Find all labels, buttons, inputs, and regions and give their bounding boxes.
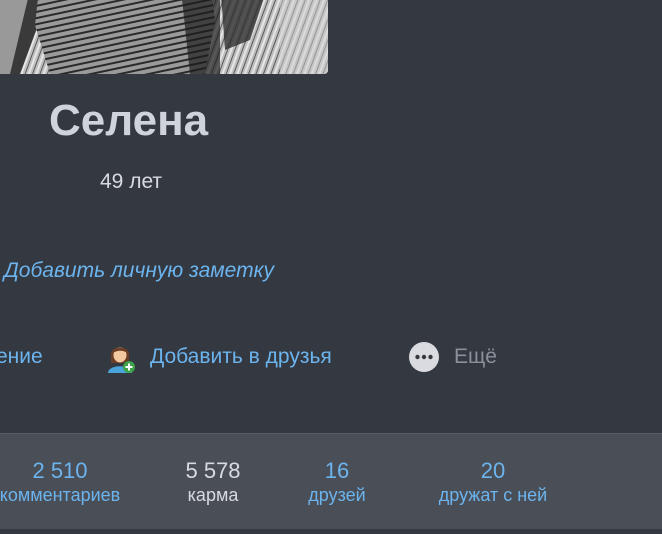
profile-name: Селена <box>49 96 209 145</box>
add-friend-button[interactable]: Добавить в друзья <box>106 341 332 373</box>
more-button[interactable]: Ещё <box>408 341 497 373</box>
profile-age: 49 лет <box>100 170 163 193</box>
stat-followers[interactable]: 20 дружат с ней <box>413 458 573 506</box>
send-message-button[interactable]: ение <box>0 341 43 373</box>
send-message-label: ение <box>0 345 43 368</box>
stat-comments[interactable]: 2 510 комментариев <box>0 458 150 506</box>
stat-friends[interactable]: 16 друзей <box>287 458 387 506</box>
stat-karma-value: 5 578 <box>185 458 241 483</box>
bottom-divider <box>0 529 662 534</box>
more-label: Ещё <box>454 345 497 368</box>
profile-photo[interactable] <box>0 0 328 74</box>
stat-followers-label: дружат с ней <box>438 485 548 505</box>
stat-friends-value: 16 <box>324 458 350 483</box>
profile-page: Селена 49 лет Добавить личную заметку ен… <box>0 0 662 534</box>
add-friend-label: Добавить в друзья <box>150 345 332 368</box>
stat-friends-label: друзей <box>308 485 366 505</box>
stat-comments-value: 2 510 <box>32 458 88 483</box>
add-note-link[interactable]: Добавить личную заметку <box>4 259 274 283</box>
profile-photo-image <box>0 0 328 74</box>
stat-comments-label: комментариев <box>0 485 121 505</box>
more-dots-icon <box>408 341 440 373</box>
stat-followers-value: 20 <box>480 458 506 483</box>
stat-karma: 5 578 карма <box>158 458 268 506</box>
add-friend-icon <box>106 341 136 373</box>
profile-stats-bar: 2 510 комментариев 5 578 карма 16 друзей… <box>0 433 662 530</box>
stat-karma-label: карма <box>187 485 239 505</box>
